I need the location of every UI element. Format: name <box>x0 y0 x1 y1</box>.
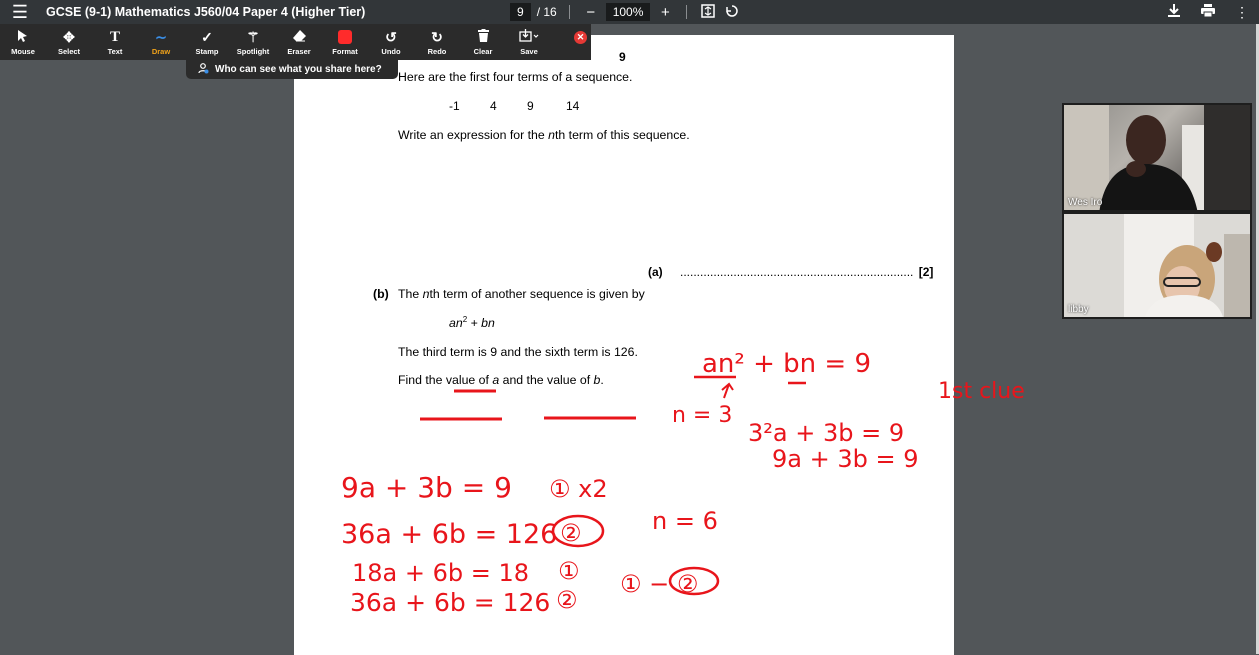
answer-dots: ........................................… <box>680 265 914 279</box>
text: th term of another sequence is given by <box>429 287 645 301</box>
undo-icon: ↺ <box>385 29 397 45</box>
rotate-icon[interactable] <box>723 4 741 21</box>
tool-label: Clear <box>473 47 493 56</box>
participant-name: libby <box>1068 304 1089 315</box>
text: n <box>548 128 555 142</box>
tool-label: Save <box>520 47 538 56</box>
document-title: GCSE (9-1) Mathematics J560/04 Paper 4 (… <box>46 5 366 19</box>
divider <box>686 5 688 19</box>
fit-page-icon[interactable] <box>699 3 717 21</box>
tool-label: Mouse <box>11 47 35 56</box>
tool-label: Draw <box>151 47 171 56</box>
tool-label: Stamp <box>195 47 219 56</box>
color-swatch-icon <box>338 28 352 46</box>
text: and the value of <box>499 373 594 387</box>
participant-video <box>1064 214 1250 317</box>
viewer-topbar: ☰ GCSE (9-1) Mathematics J560/04 Paper 4… <box>0 0 1259 24</box>
question-a-task: Write an expression for the nth term of … <box>398 128 690 142</box>
sequence-term: 14 <box>566 99 580 113</box>
question-b-label: (b) <box>373 287 389 301</box>
trash-icon <box>477 28 489 46</box>
share-tooltip[interactable]: Who can see what you share here? <box>186 60 398 79</box>
zoom-in-button[interactable]: + <box>656 5 674 20</box>
wand-icon: ⚚ <box>246 29 260 45</box>
text: an <box>449 316 463 331</box>
tool-text[interactable]: T Text <box>92 28 138 56</box>
tool-redo[interactable]: ↻ Redo <box>414 28 460 56</box>
zoom-out-button[interactable]: − <box>582 5 600 20</box>
annotation-toolbar: Mouse ✥ Select T Text ∼ Draw ✓ Stamp ⚚ S… <box>0 24 591 60</box>
tool-eraser[interactable]: Eraser <box>276 28 322 56</box>
text-icon: T <box>109 29 120 45</box>
tool-draw[interactable]: ∼ Draw <box>138 28 184 56</box>
page-navigator: 9 / 16 − 100% + <box>510 3 741 21</box>
answer-label: (a) <box>648 265 663 279</box>
total-pages: / 16 <box>536 5 557 19</box>
topbar-actions: ⋮ <box>1157 0 1259 24</box>
video-tile-libby[interactable]: libby <box>1062 212 1252 319</box>
tool-label: Eraser <box>287 47 311 56</box>
divider <box>568 5 570 19</box>
sequence-term: 4 <box>490 99 497 113</box>
tool-label: Format <box>332 47 358 56</box>
tool-clear[interactable]: Clear <box>460 28 506 56</box>
pdf-page: 9 Here are the first four terms of a seq… <box>294 35 954 655</box>
tool-label: Spotlight <box>236 47 270 56</box>
text: th term of this sequence. <box>554 128 690 142</box>
share-tooltip-text: Who can see what you share here? <box>215 64 382 75</box>
text: The third term is 9 and the sixth term i… <box>398 345 638 359</box>
current-page-input[interactable]: 9 <box>510 3 531 21</box>
tool-label: Text <box>107 47 123 56</box>
participant-name: Wes Iro <box>1068 197 1103 208</box>
eraser-icon <box>292 28 306 46</box>
text: . <box>600 373 604 387</box>
cursor-icon <box>18 28 28 46</box>
question-a-intro: Here are the first four terms of a seque… <box>398 70 632 84</box>
question-a-intro-text: Here are the first four terms of a seque… <box>398 70 633 84</box>
more-options-icon[interactable]: ⋮ <box>1225 4 1259 21</box>
answer-line-a: (a) ....................................… <box>648 265 933 279</box>
sequence-term: -1 <box>449 99 460 113</box>
question-b-given: The third term is 9 and the sixth term i… <box>398 345 638 359</box>
marks-label: [2] <box>918 265 934 279</box>
draw-icon: ∼ <box>155 29 167 45</box>
question-b-task: Find the value of a and the value of b. <box>398 373 604 387</box>
zoom-level-input[interactable]: 100% <box>605 3 651 21</box>
video-tile-wes[interactable]: Wes Iro <box>1062 103 1252 212</box>
tool-label: Undo <box>381 47 401 56</box>
tool-mouse[interactable]: Mouse <box>0 28 46 56</box>
page-number: 9 <box>619 50 626 64</box>
text: The <box>398 287 423 301</box>
nth-term-expression: an2 + bn <box>449 315 495 330</box>
text: + bn <box>467 316 495 331</box>
tool-stamp[interactable]: ✓ Stamp <box>184 28 230 56</box>
tool-undo[interactable]: ↺ Undo <box>368 28 414 56</box>
check-icon: ✓ <box>201 29 213 45</box>
tool-spotlight[interactable]: ⚚ Spotlight <box>230 28 276 56</box>
sequence-term: 9 <box>527 99 534 113</box>
tool-label: Redo <box>427 47 447 56</box>
tool-select[interactable]: ✥ Select <box>46 28 92 56</box>
close-toolbar-icon[interactable]: ✕ <box>574 31 587 44</box>
tool-label: Select <box>57 47 81 56</box>
text: Write an expression for the <box>398 128 549 142</box>
person-icon <box>198 62 209 77</box>
tool-save[interactable]: Save <box>506 28 552 56</box>
download-icon[interactable] <box>1157 4 1191 20</box>
question-b-intro: The nth term of another sequence is give… <box>398 287 645 301</box>
save-icon <box>519 28 539 46</box>
redo-icon: ↻ <box>431 29 443 45</box>
participant-video <box>1064 105 1250 210</box>
text: (b) <box>373 287 389 301</box>
move-icon: ✥ <box>63 29 75 45</box>
tool-format[interactable]: Format <box>322 28 368 56</box>
print-icon[interactable] <box>1191 4 1225 20</box>
text: Find the value of <box>398 373 493 387</box>
menu-icon[interactable]: ☰ <box>0 0 40 24</box>
